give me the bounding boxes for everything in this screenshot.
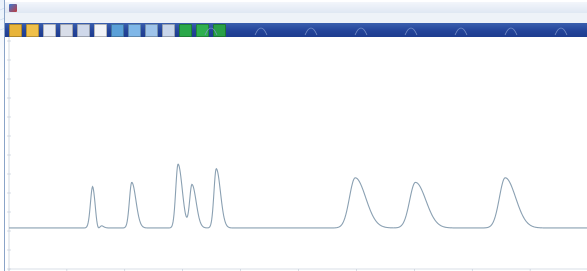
title-bar bbox=[5, 2, 587, 13]
document-icon[interactable] bbox=[43, 23, 56, 37]
chromatogram-plot[interactable] bbox=[5, 37, 587, 271]
menu-bar bbox=[5, 13, 587, 23]
grid-icon[interactable] bbox=[162, 23, 175, 37]
chromatogram-svg bbox=[7, 37, 587, 271]
toolbar bbox=[5, 23, 587, 37]
app-icon bbox=[9, 3, 17, 12]
monitor-icon[interactable] bbox=[111, 23, 124, 37]
green-square-icon[interactable] bbox=[179, 23, 192, 37]
app-window bbox=[4, 0, 587, 271]
print-icon[interactable] bbox=[60, 23, 73, 37]
image-icon[interactable] bbox=[77, 23, 90, 37]
chromatogram-trace bbox=[9, 163, 587, 229]
table-icon[interactable] bbox=[145, 23, 158, 37]
open-folder-icon[interactable] bbox=[9, 23, 22, 37]
toolbar-wave-decoration bbox=[204, 27, 568, 36]
folder-icon[interactable] bbox=[26, 23, 39, 37]
page-icon[interactable] bbox=[94, 23, 107, 37]
chart-icon[interactable] bbox=[128, 23, 141, 37]
